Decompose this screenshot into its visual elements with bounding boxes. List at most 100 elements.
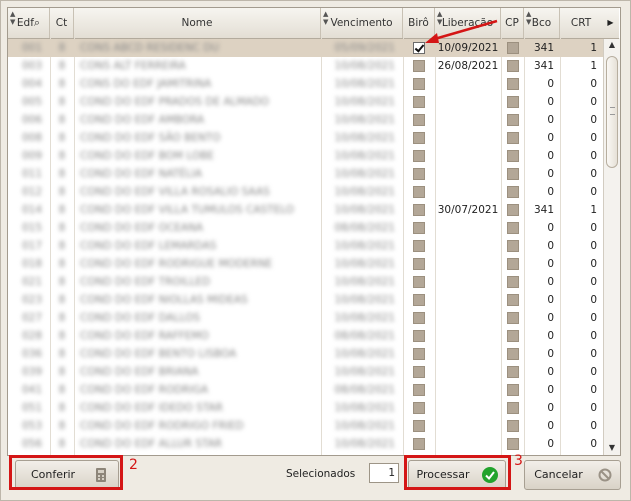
- cp-checkbox[interactable]: [507, 294, 519, 306]
- cell-edf: 023: [21, 294, 42, 306]
- cancelar-button[interactable]: Cancelar: [524, 460, 621, 490]
- table-row[interactable]: 006 8 COND DO EDF AMBORA 10/08/2021 0 0: [8, 111, 603, 129]
- biro-checkbox[interactable]: [413, 420, 425, 432]
- table-row[interactable]: 056 8 COND DO EDF ALLUR STAR 10/08/2021 0 0: [8, 435, 603, 453]
- cp-checkbox[interactable]: [507, 276, 519, 288]
- table-row[interactable]: 018 8 COND DO EDF RODRIGUE MODERNE 10/08/20…: [8, 255, 603, 273]
- table-row[interactable]: 036 8 COND DO EDF BENTO LISBOA 10/08/2021 0 0: [8, 345, 603, 363]
- cp-checkbox[interactable]: [507, 348, 519, 360]
- biro-checkbox[interactable]: [413, 402, 425, 414]
- cp-checkbox[interactable]: [507, 78, 519, 90]
- biro-checkbox[interactable]: [413, 186, 425, 198]
- column-header-bco[interactable]: Bco ▲ ▼: [524, 8, 560, 38]
- cell-vencimento: 10/08/2021: [334, 204, 395, 216]
- biro-checkbox[interactable]: [413, 78, 425, 90]
- table-row[interactable]: 004 8 CONS DO EDF JAMITRINA 10/08/2021 0 0: [8, 75, 603, 93]
- cp-checkbox[interactable]: [507, 42, 519, 54]
- cp-checkbox[interactable]: [507, 222, 519, 234]
- biro-checkbox[interactable]: [413, 132, 425, 144]
- column-header-cp[interactable]: CP: [501, 8, 524, 38]
- table-row[interactable]: 012 8 COND DO EDF VILLA ROSALIO SAAS 10/08/…: [8, 183, 603, 201]
- scrollbar-thumb[interactable]: [606, 56, 618, 168]
- search-icon[interactable]: ⌕: [34, 16, 40, 29]
- biro-checkbox[interactable]: [413, 204, 425, 216]
- biro-checkbox[interactable]: [413, 276, 425, 288]
- table-row[interactable]: 015 8 COND DO EDF OCEANA 08/08/2021 0 0: [8, 219, 603, 237]
- table-row[interactable]: 027 8 COND DO EDF DALLOS 10/08/2021 0 0: [8, 309, 603, 327]
- table-row[interactable]: 017 8 COND DO EDF LEMARDAS 10/08/2021 0 0: [8, 237, 603, 255]
- cell-edf: 017: [21, 240, 42, 252]
- table-row[interactable]: 021 8 COND DO EDF TROILLED 10/08/2021 0 0: [8, 273, 603, 291]
- cell-crt: 1: [590, 204, 597, 216]
- cp-checkbox[interactable]: [507, 438, 519, 450]
- table-row[interactable]: 039 8 COND DO EDF BRIANA 10/08/2021 0 0: [8, 363, 603, 381]
- cp-checkbox[interactable]: [507, 168, 519, 180]
- column-header-edf[interactable]: Edf⌕ ▲ ▼: [8, 8, 50, 38]
- cp-checkbox[interactable]: [507, 330, 519, 342]
- cell-vencimento: 10/08/2021: [334, 312, 395, 324]
- scroll-up-icon[interactable]: ▲: [604, 38, 620, 52]
- biro-checkbox[interactable]: [413, 312, 425, 324]
- biro-checkbox[interactable]: [413, 240, 425, 252]
- table-row[interactable]: 014 8 COND DO EDF VILLA TUMULOS CASTELO 10/…: [8, 201, 603, 219]
- cp-checkbox[interactable]: [507, 366, 519, 378]
- column-header-ct[interactable]: Ct: [50, 8, 74, 38]
- biro-checkbox[interactable]: [413, 150, 425, 162]
- cp-checkbox[interactable]: [507, 60, 519, 72]
- biro-checkbox[interactable]: [413, 366, 425, 378]
- table-row[interactable]: 005 8 COND DO EDF PRADOS DE ALMADO 10/08/20…: [8, 93, 603, 111]
- cell-bco: 0: [547, 402, 554, 414]
- biro-checkbox[interactable]: [413, 258, 425, 270]
- scroll-down-icon[interactable]: ▼: [604, 441, 620, 455]
- table-row[interactable]: 041 8 COND DO EDF RODRIGA 08/08/2021 0 0: [8, 381, 603, 399]
- column-chooser-icon[interactable]: ▶: [602, 8, 619, 39]
- table-row[interactable]: 053 8 COND DO EDF RODRIGO FRIED 10/08/2021 0…: [8, 417, 603, 435]
- table-row[interactable]: 001 8 CONS ABCD RESIDENC DU 05/09/2021 10/09…: [8, 39, 603, 57]
- table-row[interactable]: 008 8 COND DO EDF SÃO BENTO 10/08/2021 0 0: [8, 129, 603, 147]
- biro-checkbox[interactable]: [413, 348, 425, 360]
- cp-checkbox[interactable]: [507, 132, 519, 144]
- biro-checkbox[interactable]: [413, 384, 425, 396]
- cp-checkbox[interactable]: [507, 240, 519, 252]
- column-header-label: Edf: [16, 17, 34, 29]
- cp-checkbox[interactable]: [507, 96, 519, 108]
- table-row[interactable]: 003 8 CONS ALT FERREIRA 10/08/2021 26/08/202…: [8, 57, 603, 75]
- biro-checkbox[interactable]: [413, 330, 425, 342]
- table-row[interactable]: 051 8 COND DO EDF IDEDO STAR 10/08/2021 0 0: [8, 399, 603, 417]
- column-header-nome[interactable]: Nome: [74, 8, 321, 38]
- table-row[interactable]: 011 8 COND DO EDF NATÉLIA 10/08/2021 0 0: [8, 165, 603, 183]
- cp-checkbox[interactable]: [507, 186, 519, 198]
- cell-liberacao: [437, 147, 499, 165]
- cp-checkbox[interactable]: [507, 420, 519, 432]
- cell-ct: 8: [58, 294, 66, 306]
- cell-nome: COND DO EDF IDEDO STAR: [80, 402, 223, 414]
- cell-edf: 004: [21, 78, 42, 90]
- column-header-crt[interactable]: CRT: [560, 8, 603, 38]
- cp-checkbox[interactable]: [507, 402, 519, 414]
- biro-checkbox[interactable]: [413, 168, 425, 180]
- biro-checkbox[interactable]: [413, 438, 425, 450]
- table-row[interactable]: 028 8 COND DO EDF RAFFEMO 08/08/2021 0 0: [8, 327, 603, 345]
- cell-bco: 0: [547, 150, 554, 162]
- cp-checkbox[interactable]: [507, 312, 519, 324]
- cp-checkbox[interactable]: [507, 114, 519, 126]
- biro-checkbox[interactable]: [413, 114, 425, 126]
- table-row[interactable]: 023 8 COND DO EDF NIOLLAS MIDEAS 10/08/2021…: [8, 291, 603, 309]
- biro-checkbox[interactable]: [413, 294, 425, 306]
- cell-liberacao: [437, 237, 499, 255]
- vertical-scrollbar[interactable]: ▲ ▼: [603, 38, 620, 455]
- column-header-vencimento[interactable]: Vencimento ▲ ▼: [321, 8, 403, 38]
- biro-checkbox[interactable]: [413, 96, 425, 108]
- cp-checkbox[interactable]: [507, 384, 519, 396]
- cell-ct: 8: [58, 78, 66, 90]
- cell-crt: 1: [590, 60, 597, 72]
- cell-edf: 018: [21, 258, 42, 270]
- cp-checkbox[interactable]: [507, 204, 519, 216]
- cp-checkbox[interactable]: [507, 150, 519, 162]
- biro-checkbox[interactable]: [413, 222, 425, 234]
- biro-checkbox[interactable]: [413, 60, 425, 72]
- cp-checkbox[interactable]: [507, 258, 519, 270]
- cell-crt: 0: [590, 420, 597, 432]
- cell-crt: 0: [590, 168, 597, 180]
- table-row[interactable]: 009 8 COND DO EDF BOM LOBE 10/08/2021 0 0: [8, 147, 603, 165]
